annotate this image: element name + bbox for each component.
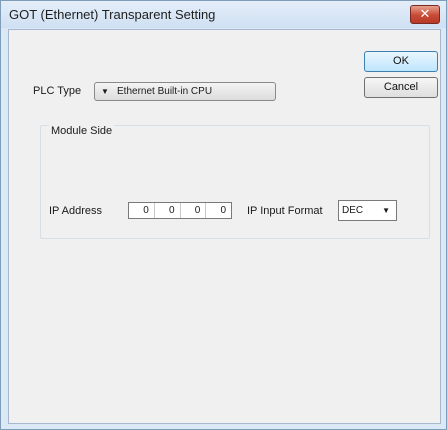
ip-address-label: IP Address [49,205,102,217]
ip-address-field[interactable]: 0 0 0 0 [128,202,232,219]
ok-button[interactable]: OK [364,51,438,72]
ip-octet-4[interactable]: 0 [206,203,231,218]
chevron-down-icon: ▼ [101,87,109,96]
ip-input-format-select[interactable]: DEC ▼ [338,200,397,221]
module-side-title: Module Side [49,125,115,137]
plc-type-dropdown[interactable]: ▼ Ethernet Built-in CPU [94,82,276,101]
title-bar[interactable]: GOT (Ethernet) Transparent Setting ✕ [1,1,446,28]
dialog-body: OK Cancel PLC Type ▼ Ethernet Built-in C… [8,29,441,424]
plc-type-label: PLC Type [33,85,82,97]
ip-input-format-label: IP Input Format [247,205,323,217]
window-title: GOT (Ethernet) Transparent Setting [9,7,216,22]
close-button[interactable]: ✕ [410,5,440,24]
plc-type-value: Ethernet Built-in CPU [117,86,213,97]
dialog-window: GOT (Ethernet) Transparent Setting ✕ OK … [0,0,447,430]
cancel-button[interactable]: Cancel [364,77,438,98]
close-icon: ✕ [419,6,431,21]
module-side-group: Module Side [40,125,430,239]
chevron-down-icon: ▼ [382,206,390,215]
ip-octet-2[interactable]: 0 [155,203,181,218]
ip-input-format-value: DEC [342,205,364,216]
ip-octet-3[interactable]: 0 [181,203,207,218]
ip-octet-1[interactable]: 0 [129,203,155,218]
